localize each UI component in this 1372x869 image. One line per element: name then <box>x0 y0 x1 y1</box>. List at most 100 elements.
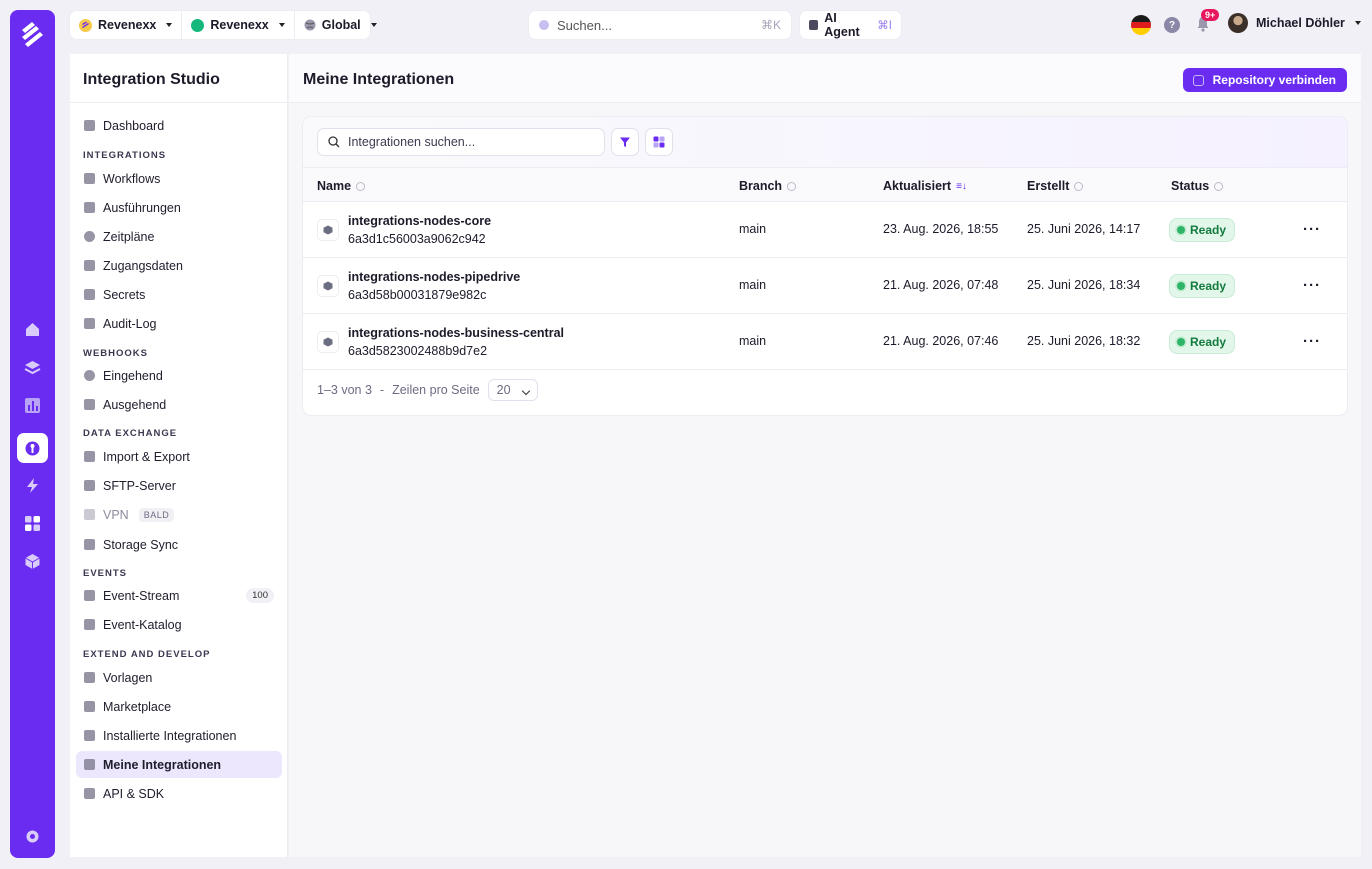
package-icon <box>84 759 95 770</box>
language-flag-icon[interactable] <box>1131 15 1151 35</box>
connect-repository-button[interactable]: Repository verbinden <box>1182 68 1347 92</box>
branch: main <box>739 334 767 348</box>
status-dot-icon <box>1177 338 1185 346</box>
sidebar-item-sftp[interactable]: SFTP-Server <box>76 472 282 499</box>
sidebar-item-dashboard[interactable]: Dashboard <box>76 112 282 139</box>
cube-icon[interactable] <box>17 546 48 576</box>
column-status[interactable]: Status <box>1171 179 1224 193</box>
sidebar-item-import-export[interactable]: Import & Export <box>76 443 282 470</box>
repo-hash: 6a3d5823002488b9d7e2 <box>348 344 488 358</box>
sidebar-item-label: Eingehend <box>103 368 163 383</box>
filter-button[interactable] <box>611 128 639 156</box>
created-date: 25. Juni 2026, 18:32 <box>1027 334 1141 348</box>
sidebar-item-storage-sync[interactable]: Storage Sync <box>76 531 282 558</box>
stream-icon <box>84 590 95 601</box>
repo-name[interactable]: integrations-nodes-business-central <box>348 326 564 340</box>
status-badge: Ready <box>1170 331 1235 353</box>
app-rail <box>10 10 55 858</box>
view-toggle-button[interactable] <box>645 128 673 156</box>
updated-date: 23. Aug. 2026, 18:55 <box>883 222 999 236</box>
package-icon <box>317 219 339 241</box>
section-extend: EXTEND AND DEVELOP <box>83 649 211 660</box>
section-webhooks: WEBHOOKS <box>83 348 148 359</box>
sidebar-item-workflows[interactable]: Workflows <box>76 165 282 192</box>
status-badge: Ready <box>1170 219 1235 241</box>
table-row[interactable]: integrations-nodes-core 6a3d1c56003a9062… <box>303 202 1347 258</box>
repo-name[interactable]: integrations-nodes-core <box>348 214 491 228</box>
integrations-search-input[interactable]: Integrationen suchen... <box>317 128 605 156</box>
column-branch[interactable]: Branch <box>739 179 797 193</box>
sidebar-item-installed[interactable]: Installierte Integrationen <box>76 722 282 749</box>
search-shortcut: ⌘K <box>760 18 781 32</box>
sidebar-item-label: Ausführungen <box>103 200 181 215</box>
updated-date: 21. Aug. 2026, 07:48 <box>883 278 999 292</box>
template-icon <box>84 672 95 683</box>
sidebar-item-secrets[interactable]: Secrets <box>76 281 282 308</box>
shield-check-icon <box>84 318 95 329</box>
analytics-icon[interactable] <box>17 390 48 420</box>
org-logo-icon <box>79 18 92 32</box>
sidebar-item-api-sdk[interactable]: API & SDK <box>76 780 282 807</box>
home-icon[interactable] <box>17 314 48 344</box>
sidebar-item-executions[interactable]: Ausführungen <box>76 194 282 221</box>
app-logo-icon[interactable] <box>18 20 47 49</box>
table-row[interactable]: integrations-nodes-business-central 6a3d… <box>303 314 1347 370</box>
notifications-badge: 9+ <box>1201 9 1220 21</box>
status-label: Ready <box>1190 335 1227 349</box>
server-icon <box>84 480 95 491</box>
table-row[interactable]: integrations-nodes-pipedrive 6a3d58b0003… <box>303 258 1347 314</box>
column-updated[interactable]: Aktualisiert ≡↓ <box>883 179 967 193</box>
repo-name[interactable]: integrations-nodes-pipedrive <box>348 270 520 284</box>
layers-icon[interactable] <box>17 352 48 382</box>
event-count-badge: 100 <box>246 588 274 603</box>
section-data-exchange: DATA EXCHANGE <box>83 428 178 439</box>
row-more-icon[interactable]: ··· <box>1303 221 1321 238</box>
sidebar-item-label: Import & Export <box>103 449 190 464</box>
sidebar-item-incoming[interactable]: Eingehend <box>76 362 282 389</box>
ai-agent-shortcut: ⌘I <box>877 20 892 32</box>
global-search-input[interactable]: Suchen... ⌘K <box>529 11 791 39</box>
repo-hash: 6a3d1c56003a9062c942 <box>348 232 486 246</box>
ai-agent-icon <box>809 20 819 30</box>
sidebar-item-my-integrations[interactable]: Meine Integrationen <box>76 751 282 778</box>
workspace-switcher[interactable]: Revenexx <box>181 11 293 39</box>
sidebar-item-audit-log[interactable]: Audit-Log <box>76 310 282 337</box>
chevron-down-icon <box>370 23 377 27</box>
sidebar-item-outgoing[interactable]: Ausgehend <box>76 391 282 418</box>
sidebar-item-schedules[interactable]: Zeitpläne <box>76 223 282 250</box>
row-more-icon[interactable]: ··· <box>1303 333 1321 350</box>
sidebar-item-label: Workflows <box>103 171 161 186</box>
status-label: Ready <box>1190 223 1227 237</box>
sidebar-item-marketplace[interactable]: Marketplace <box>76 693 282 720</box>
rows-per-page-label: Zeilen pro Seite <box>392 383 480 397</box>
sidebar-item-vpn[interactable]: VPN BALD <box>76 501 282 528</box>
scope-switcher[interactable]: Global <box>293 11 386 39</box>
dashboard-icon <box>84 120 95 131</box>
column-name[interactable]: Name <box>317 179 366 193</box>
column-label: Branch <box>739 179 783 193</box>
apps-grid-icon[interactable] <box>17 508 48 538</box>
sidebar-item-label: Marketplace <box>103 699 172 714</box>
sidebar-item-label: Meine Integrationen <box>103 757 222 772</box>
sidebar-item-templates[interactable]: Vorlagen <box>76 664 282 691</box>
row-more-icon[interactable]: ··· <box>1303 277 1321 294</box>
search-icon <box>539 20 549 30</box>
user-menu[interactable]: Michael Döhler <box>1228 13 1361 33</box>
filter-icon <box>620 137 630 147</box>
rows-per-page-select[interactable]: 20 <box>487 379 538 401</box>
sidebar-item-credentials[interactable]: Zugangsdaten <box>76 252 282 279</box>
help-icon[interactable]: ? <box>1164 17 1180 33</box>
bolt-icon[interactable] <box>17 470 48 500</box>
column-created[interactable]: Erstellt <box>1027 179 1084 193</box>
arrow-out-icon <box>84 399 95 410</box>
sidebar-title: Integration Studio <box>70 54 287 103</box>
ai-agent-button[interactable]: AI Agent ⌘I <box>800 11 901 39</box>
settings-icon[interactable] <box>17 821 48 851</box>
org-switcher[interactable]: Revenexx <box>70 11 181 39</box>
sidebar-item-event-stream[interactable]: Event-Stream 100 <box>76 582 282 609</box>
sidebar-item-event-catalog[interactable]: Event-Katalog <box>76 611 282 638</box>
sort-icon <box>356 181 366 191</box>
sidebar: Integration Studio Dashboard INTEGRATION… <box>70 54 288 857</box>
sidebar-item-label: VPN <box>103 507 129 522</box>
integrations-icon[interactable] <box>17 433 48 463</box>
